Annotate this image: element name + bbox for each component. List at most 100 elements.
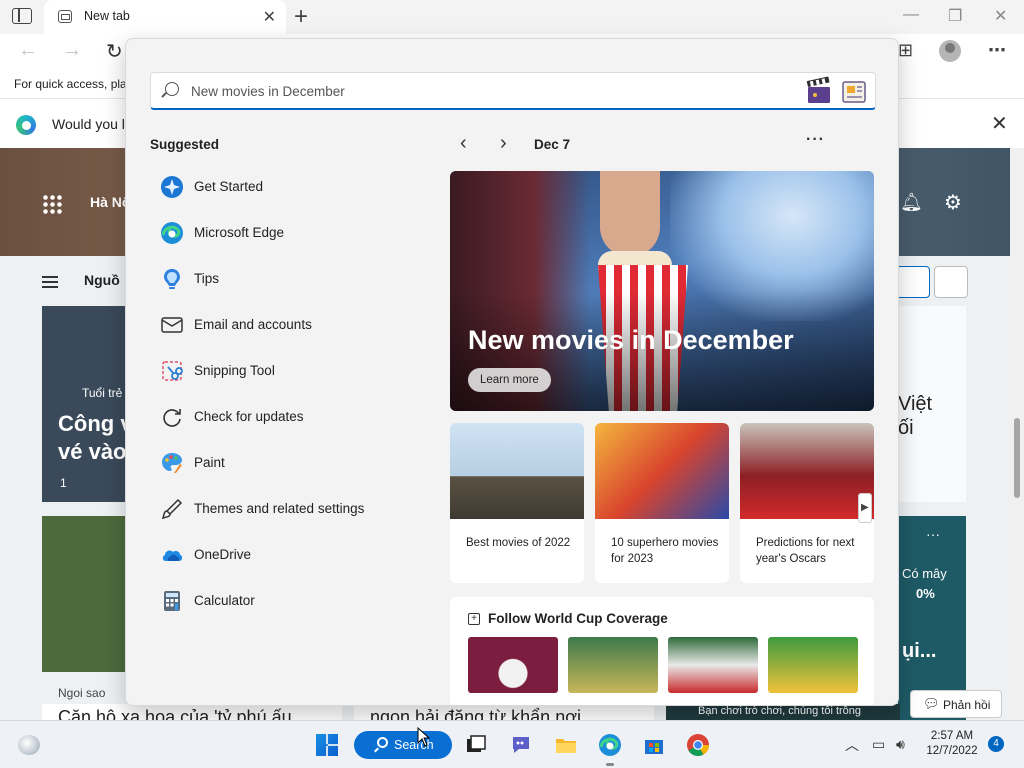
world-cup-thumbnail[interactable] — [768, 637, 858, 693]
forward-icon[interactable]: → — [62, 39, 82, 62]
bell-icon[interactable]: 🔔︎ — [900, 192, 923, 212]
app-tips[interactable]: Tips — [150, 259, 402, 299]
tips-icon — [164, 269, 180, 289]
tab-actions-icon[interactable] — [12, 8, 32, 24]
app-calculator[interactable]: Calculator — [150, 581, 402, 621]
more-options-icon[interactable]: ··· — [926, 526, 940, 542]
content-card[interactable]: Predictions for next year's Oscars — [740, 423, 874, 583]
file-explorer-icon[interactable] — [554, 733, 578, 757]
app-microsoft-edge[interactable]: Microsoft Edge — [150, 213, 402, 253]
app-email-and-accounts[interactable]: Email and accounts — [150, 305, 402, 345]
card-caption: Predictions for next year's Oscars — [756, 537, 855, 565]
back-icon[interactable]: ← — [18, 39, 38, 62]
list-view-icon[interactable] — [934, 266, 968, 298]
chat-icon[interactable] — [509, 733, 533, 757]
running-indicator — [606, 763, 614, 766]
volume-icon[interactable]: 🔊︎ — [896, 736, 905, 753]
app-themes-and-related-settings[interactable]: Themes and related settings — [150, 489, 402, 529]
notification-badge[interactable]: 4 — [988, 736, 1004, 752]
chevron-left-icon[interactable]: ‹ — [460, 132, 467, 155]
hero-card[interactable]: New movies in December Learn more — [450, 171, 874, 411]
news-headline[interactable]: Bạn chơi trò chơi, chúng tôi trồng — [666, 704, 900, 720]
news-card[interactable] — [42, 516, 132, 672]
refresh-icon — [163, 409, 181, 427]
app-get-started[interactable]: Get Started — [150, 167, 402, 207]
card-thumbnail — [595, 423, 729, 519]
gear-icon[interactable]: ⚙ — [944, 190, 962, 215]
app-paint[interactable]: Paint — [150, 443, 402, 483]
store-icon[interactable] — [642, 733, 666, 757]
info-bar-message: Would you li — [52, 116, 129, 132]
page-scrollbar[interactable] — [1010, 148, 1024, 720]
more-options-icon[interactable]: ··· — [806, 131, 825, 149]
feed-source-label[interactable]: Nguồ — [84, 272, 120, 288]
app-onedrive[interactable]: OneDrive — [150, 535, 402, 575]
like-count: 1 — [60, 476, 67, 490]
learn-more-button[interactable]: Learn more — [468, 368, 551, 392]
edge-icon — [161, 222, 183, 244]
date-label: Dec 7 — [534, 137, 571, 152]
card-thumbnail — [740, 423, 874, 519]
grid-view-icon[interactable] — [896, 266, 930, 298]
close-window-icon[interactable]: ✕ — [994, 6, 1007, 26]
search-box[interactable] — [150, 72, 876, 110]
feedback-button[interactable]: 💬︎ Phản hồi — [910, 690, 1002, 718]
mail-icon — [161, 317, 183, 333]
card-thumbnail — [450, 423, 584, 519]
world-cup-thumbnail[interactable] — [568, 637, 658, 693]
weather-snippet: ụi... — [902, 640, 937, 662]
task-view-icon[interactable] — [464, 733, 488, 757]
new-tab-icon — [58, 10, 72, 23]
search-input[interactable] — [191, 81, 751, 101]
content-card[interactable]: 10 superhero movies for 2023 — [595, 423, 729, 583]
close-tab-icon[interactable]: ✕ — [263, 7, 276, 27]
news-headline[interactable]: ngọn hải đăng từ khẩn nơi — [354, 704, 654, 720]
carousel-next-icon[interactable]: ▶ — [858, 493, 872, 523]
tab-new-tab[interactable]: New tab ✕ — [44, 0, 286, 34]
menu-icon[interactable] — [42, 276, 58, 288]
profile-avatar[interactable] — [939, 40, 961, 62]
network-icon[interactable]: ▭ — [872, 736, 885, 753]
collections-icon[interactable]: ⊞ — [898, 40, 913, 61]
mouse-cursor-icon — [417, 727, 431, 747]
hero-title: New movies in December — [468, 325, 794, 355]
taskbar-search-button[interactable]: Search — [354, 731, 452, 759]
clapperboard-icon — [806, 76, 830, 103]
app-check-for-updates[interactable]: Check for updates — [150, 397, 402, 437]
weather-condition: Có mây — [902, 566, 947, 581]
minimize-icon[interactable]: — — [903, 6, 919, 24]
feedback-label: Phản hồi — [943, 698, 991, 712]
chrome-icon[interactable] — [686, 733, 710, 757]
scissors-icon — [162, 361, 183, 381]
clock[interactable]: 2:57 AM 12/7/2022 — [920, 729, 984, 759]
news-card[interactable]: Tuổi trẻ Công v vé vào 1 — [42, 306, 133, 502]
chevron-up-icon[interactable]: ︿ — [845, 735, 859, 755]
brush-icon — [161, 498, 183, 520]
close-icon[interactable]: ✕ — [991, 111, 1008, 136]
scroll-thumb[interactable] — [1014, 418, 1020, 498]
browser-tab-bar: New tab ✕ + — ❐ ✕ — [0, 0, 1024, 34]
content-card[interactable]: Best movies of 2022 — [450, 423, 584, 583]
world-cup-card[interactable]: + Follow World Cup Coverage — [450, 597, 874, 705]
onedrive-icon — [162, 550, 183, 561]
suggested-heading: Suggested — [150, 137, 220, 152]
world-cup-title: Follow World Cup Coverage — [488, 611, 668, 626]
app-snipping-tool[interactable]: Snipping Tool — [150, 351, 402, 391]
news-card[interactable]: Việt ối — [898, 306, 966, 502]
restore-icon[interactable]: ❐ — [948, 6, 962, 26]
get-started-icon — [161, 176, 183, 198]
new-tab-button[interactable]: + — [294, 3, 308, 31]
edge-icon[interactable] — [598, 733, 622, 757]
widgets-icon[interactable] — [18, 735, 40, 755]
chevron-right-icon[interactable]: › — [500, 132, 507, 155]
news-headline[interactable]: Căn hộ xa hoa của 'tỷ phú ấu — [42, 704, 342, 720]
refresh-icon[interactable]: ↻ — [106, 39, 123, 64]
world-cup-thumbnail[interactable] — [668, 637, 758, 693]
more-menu-icon[interactable]: ⋯ — [988, 40, 1006, 61]
world-cup-thumbnail[interactable] — [468, 637, 558, 693]
news-title: Công v vé vào — [58, 411, 133, 464]
start-icon[interactable] — [316, 734, 338, 756]
edge-logo-icon — [16, 115, 36, 135]
apps-grid-icon[interactable] — [42, 194, 62, 214]
feedback-icon: 💬︎ — [923, 696, 940, 711]
